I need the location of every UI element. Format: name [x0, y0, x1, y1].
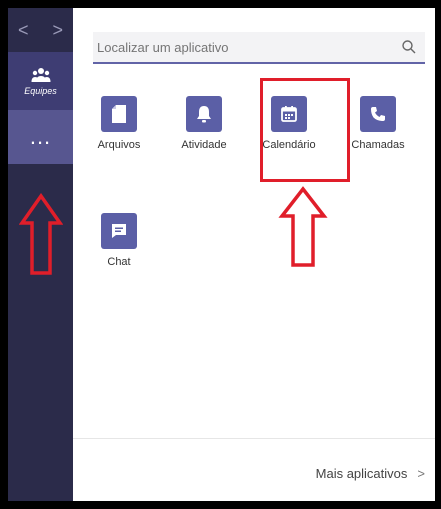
app-tile — [186, 96, 222, 132]
search-icon[interactable] — [401, 39, 417, 55]
app-window: < > Equipes ... Localizar um aplicativo … — [8, 8, 435, 501]
red-up-arrow-annotation — [278, 186, 328, 267]
rail-item-more[interactable]: ... — [8, 110, 73, 164]
app-tile — [101, 96, 137, 132]
chat-icon — [111, 223, 127, 239]
nav-arrows: < > — [8, 8, 73, 52]
divider — [73, 438, 435, 439]
rail-item-teams[interactable]: Equipes — [8, 52, 73, 110]
teams-icon — [31, 67, 51, 83]
app-label: Arquivos — [97, 139, 141, 151]
apps-panel: Arquivos Atividade Calendário — [73, 8, 435, 501]
app-label: Atividade — [181, 139, 227, 151]
more-icon: ... — [29, 124, 52, 149]
bell-icon — [196, 105, 212, 123]
app-chamadas[interactable]: Chamadas — [343, 96, 413, 151]
app-arquivos[interactable]: Arquivos — [84, 96, 154, 151]
search-box — [93, 32, 425, 64]
chevron-right-icon: > — [417, 466, 425, 481]
rail-item-label: Equipes — [24, 85, 57, 96]
phone-icon — [370, 106, 386, 122]
red-highlight-box-annotation — [260, 78, 350, 182]
app-tile — [101, 213, 137, 249]
app-tile — [360, 96, 396, 132]
more-apps-link[interactable]: Mais aplicativos > — [316, 466, 425, 481]
app-atividade[interactable]: Atividade — [169, 96, 239, 151]
app-label: Chamadas — [351, 139, 405, 151]
app-chat[interactable]: Chat — [84, 213, 154, 268]
forward-button[interactable]: > — [52, 20, 63, 41]
left-rail: < > Equipes ... — [8, 8, 73, 501]
back-button[interactable]: < — [18, 20, 29, 41]
red-up-arrow-annotation — [19, 193, 63, 275]
file-icon — [112, 105, 126, 123]
app-label: Chat — [107, 256, 131, 268]
more-apps-label: Mais aplicativos — [315, 466, 408, 481]
search-input[interactable] — [93, 38, 401, 56]
